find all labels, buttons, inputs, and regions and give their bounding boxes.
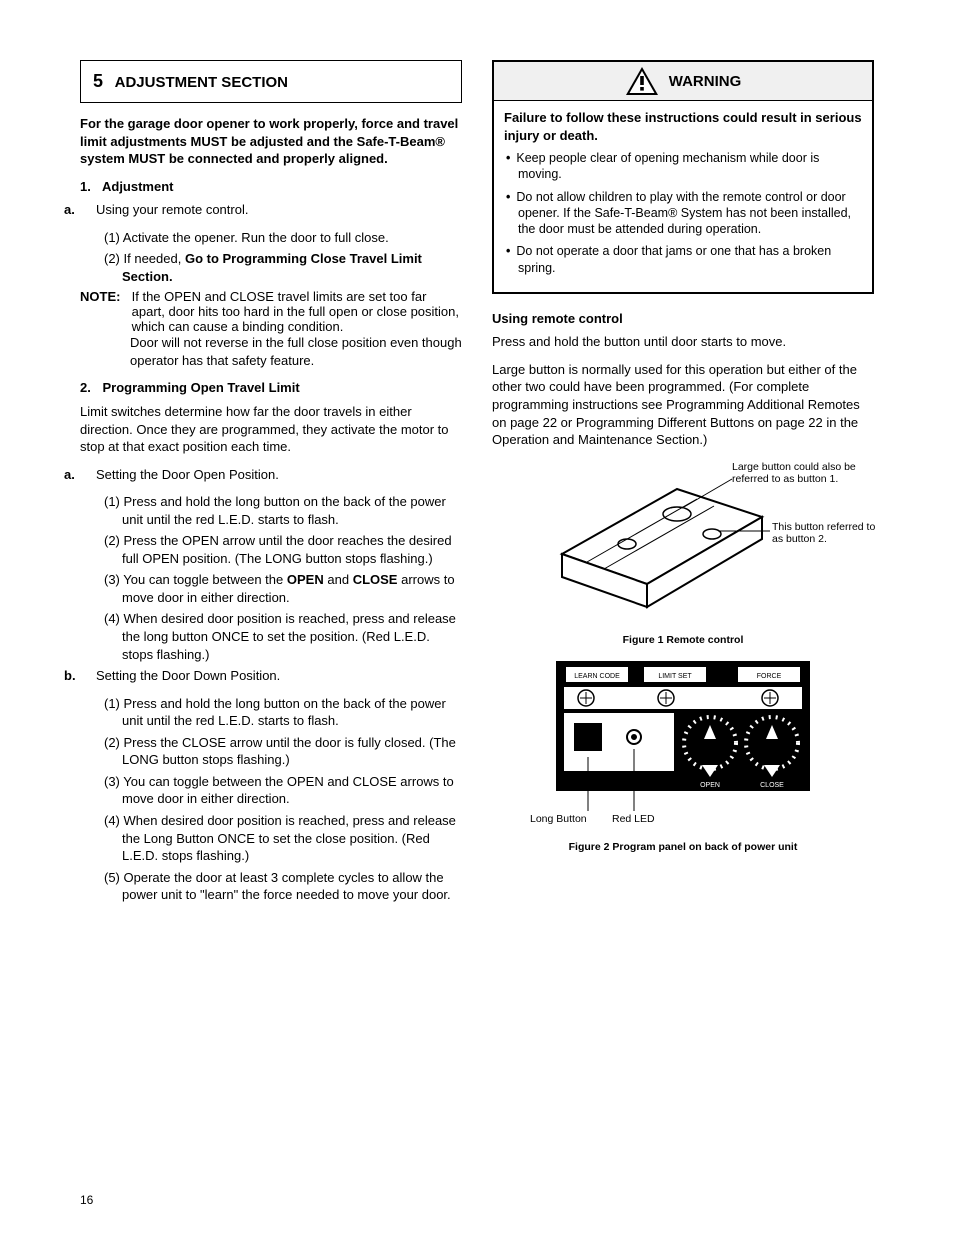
remote-callout-1: Large button could also be referred to a…	[732, 461, 862, 485]
note-block: NOTE: If the OPEN and CLOSE travel limit…	[80, 289, 462, 334]
sub2-a-text: Setting the Door Open Position.	[96, 467, 279, 482]
sub2-a-step2: (2) Press the OPEN arrow until the door …	[80, 532, 462, 567]
note-body: If the OPEN and CLOSE travel limits are …	[132, 289, 460, 334]
sub1-step1: (1) Activate the opener. Run the door to…	[80, 229, 462, 247]
warning-triangle-icon	[625, 66, 659, 96]
section-number: 5	[93, 71, 103, 91]
l2c-close: CLOSE	[353, 572, 398, 587]
sub2-num: 2.	[80, 380, 91, 395]
warning-item-2: Do not allow children to play with the r…	[504, 189, 862, 238]
section-heading-box: 5 ADJUSTMENT SECTION	[80, 60, 462, 103]
warning-lead: Failure to follow these instructions cou…	[504, 110, 862, 143]
remote-fig-label: Figure 1 Remote control	[492, 633, 874, 647]
note-text-b: Door will not reverse in the full close …	[80, 334, 462, 369]
remote-line1: Press and hold the button until door sta…	[492, 333, 874, 351]
warning-item-1: Keep people clear of opening mechanism w…	[504, 150, 862, 183]
l2c-mid: and	[327, 572, 349, 587]
sub2-a-step4: (4) When desired door position is reache…	[80, 610, 462, 663]
sub2-b-step1: (1) Press and hold the long button on th…	[80, 695, 462, 730]
intro-paragraph: For the garage door opener to work prope…	[80, 115, 462, 168]
panel-figure: LEARN CODE LIMIT SET FORCE OPEN CLOSE Lo…	[492, 661, 874, 836]
panel-callout-led: Red LED	[612, 813, 655, 825]
label-learn-svg: LEARN CODE	[574, 673, 620, 680]
sub2-a-step3: (3) You can toggle between the OPEN and …	[80, 571, 462, 606]
remote-heading: Using remote control	[492, 310, 874, 328]
warning-header: WARNING	[494, 62, 872, 101]
program-panel-icon: LEARN CODE LIMIT SET FORCE OPEN CLOSE	[538, 661, 828, 836]
label-close-svg: CLOSE	[760, 782, 784, 789]
sub2-b-step4: (4) When desired door position is reache…	[80, 812, 462, 865]
sub-heading-programming: 2. Programming Open Travel Limit	[80, 379, 462, 397]
sub2-b-text: Setting the Door Down Position.	[96, 668, 280, 683]
sub2-title: Programming Open Travel Limit	[102, 380, 299, 395]
sub1-step2-prefix: (2) If needed,	[104, 251, 181, 266]
sub2-b-step5: (5) Operate the door at least 3 complete…	[80, 869, 462, 904]
warning-body: Failure to follow these instructions cou…	[494, 101, 872, 292]
sub-heading-adjustment: 1. Adjustment	[80, 178, 462, 196]
page-number: 16	[80, 1193, 93, 1207]
panel-fig-label: Figure 2 Program panel on back of power …	[492, 840, 874, 854]
remote-line2: Large button is normally used for this o…	[492, 361, 874, 449]
l2c-prefix: (3) You can toggle between the	[104, 572, 283, 587]
sub2-b-step2: (2) Press the CLOSE arrow until the door…	[80, 734, 462, 769]
sub1-step2: (2) If needed, Go to Programming Close T…	[80, 250, 462, 285]
sub2-label-a: a.	[80, 466, 96, 484]
sub2-b-step3: (3) You can toggle between the OPEN and …	[80, 773, 462, 808]
sub1-title: Adjustment	[102, 179, 174, 194]
sub2-label-b: b.	[80, 667, 96, 685]
sub2-para1: Limit switches determine how far the doo…	[80, 403, 462, 456]
note-label: NOTE:	[80, 289, 128, 304]
sub2-a-step1: (1) Press and hold the long button on th…	[80, 493, 462, 528]
sub1-num: 1.	[80, 179, 91, 194]
sub1-line1-text: Using your remote control.	[96, 202, 248, 217]
label-limit-svg: LIMIT SET	[658, 673, 692, 680]
intro-bold: For the garage door opener to work prope…	[80, 116, 458, 166]
sub2-line-b: b.Setting the Door Down Position.	[80, 667, 462, 685]
remote-figure: Large button could also be referred to a…	[492, 459, 874, 629]
note-text-a: If the OPEN and CLOSE travel limits are …	[132, 289, 459, 334]
label-force-svg: FORCE	[757, 673, 782, 680]
warning-title: WARNING	[669, 73, 742, 90]
sub2-line-a: a.Setting the Door Open Position.	[80, 466, 462, 484]
warning-item-3: Do not operate a door that jams or one t…	[504, 243, 862, 276]
l2c-open: OPEN	[287, 572, 324, 587]
sub1-line-a: a.Using your remote control.	[80, 201, 462, 219]
label-a: a.	[80, 201, 96, 219]
panel-callout-long: Long Button	[530, 813, 587, 825]
label-open-svg: OPEN	[700, 782, 720, 789]
section-title: ADJUSTMENT SECTION	[115, 74, 288, 91]
remote-callout-2: This button referred to as button 2.	[772, 521, 882, 545]
warning-box: WARNING Failure to follow these instruct…	[492, 60, 874, 294]
